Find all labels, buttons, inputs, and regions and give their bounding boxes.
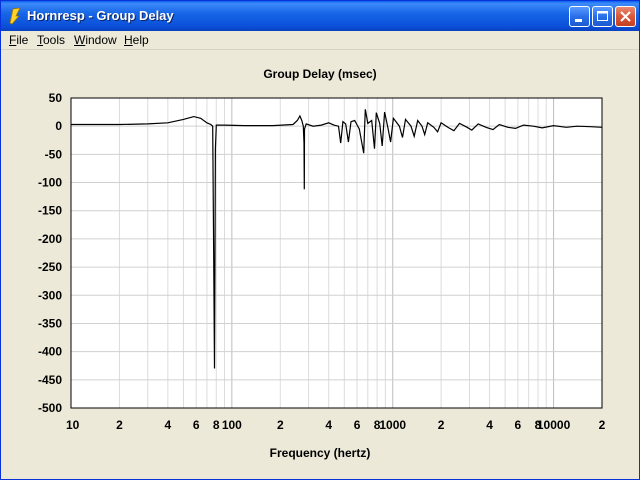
y-tick-label: -200: [38, 232, 62, 246]
x-tick-label: 100: [222, 418, 242, 432]
x-tick-label: 6: [354, 418, 361, 432]
y-tick-label: -450: [38, 373, 62, 387]
y-tick-label: -100: [38, 176, 62, 190]
y-tick-label: -350: [38, 316, 62, 330]
y-tick-labels: 50 0 -50 -100 -150 -200 -250 -300 -350 -400 -450 -5…: [38, 91, 62, 415]
x-tick-label: 1000: [379, 418, 406, 432]
y-tick-label: -400: [38, 345, 62, 359]
y-tick-label: -150: [38, 204, 62, 218]
x-tick-label: 4: [325, 418, 332, 432]
y-tick-label: 0: [55, 119, 62, 133]
group-delay-chart: 50 0 -50 -100 -150 -200 -250 -300 -350 -400 -450 -5…: [38, 91, 606, 432]
x-tick-label: 8: [213, 418, 220, 432]
x-tick-label: 2: [599, 418, 606, 432]
x-tick-label: 10: [66, 418, 80, 432]
y-tick-label: -50: [45, 147, 63, 161]
x-tick-label: 4: [486, 418, 493, 432]
y-tick-label: 50: [49, 91, 63, 105]
x-tick-label: 10000: [537, 418, 571, 432]
y-tick-label: -300: [38, 288, 62, 302]
plot-background: [70, 97, 603, 409]
x-tick-labels: 10 2 4 6 8 100 2 4 6 81000 2 4 6 810000 2: [66, 418, 606, 432]
y-tick-label: -250: [38, 260, 62, 274]
x-tick-label: 2: [116, 418, 123, 432]
x-tick-label: 2: [277, 418, 284, 432]
y-tick-label: -500: [38, 401, 62, 415]
x-tick-label: 6: [193, 418, 200, 432]
x-tick-label: 6: [515, 418, 522, 432]
x-tick-label: 2: [438, 418, 445, 432]
x-tick-label: 4: [165, 418, 172, 432]
